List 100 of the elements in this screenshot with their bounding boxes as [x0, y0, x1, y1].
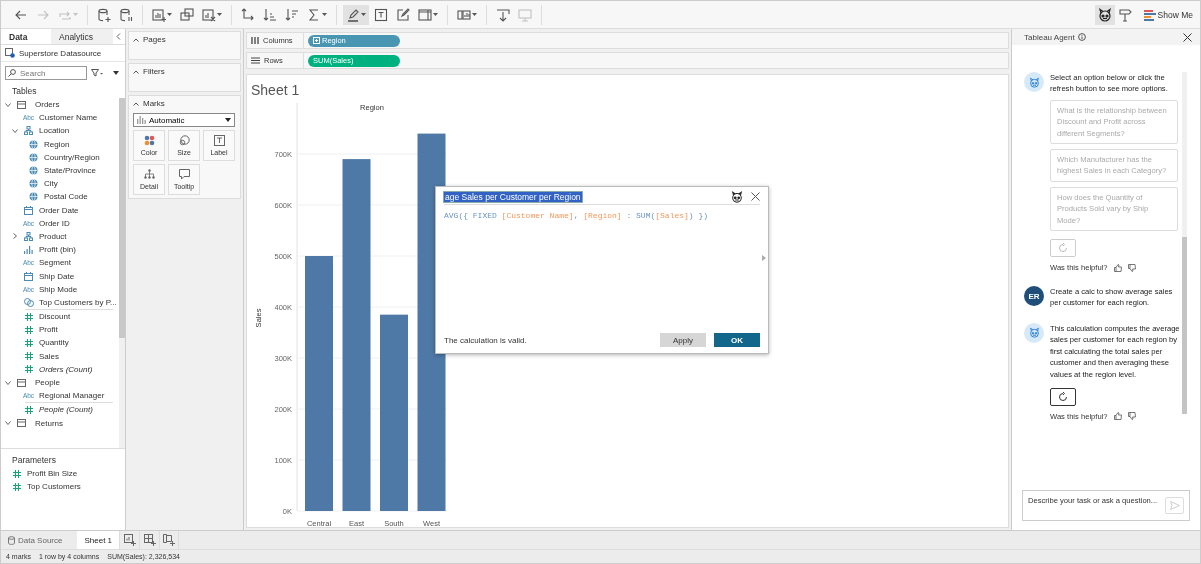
bar-chart-icon: [1143, 8, 1157, 21]
datasource-icon: [5, 48, 15, 58]
hierarchy-icon: [24, 231, 33, 241]
field-name[interactable]: Order Date: [39, 205, 79, 215]
globe-icon: [29, 139, 38, 149]
linked-circles-icon: [23, 297, 34, 307]
send-icon: [1169, 501, 1180, 510]
table-name[interactable]: Orders: [35, 100, 60, 110]
rows-icon: [251, 57, 260, 64]
field-name[interactable]: Top Customers by P...: [39, 297, 117, 307]
caret-icon: [167, 12, 172, 17]
field-name[interactable]: Segment: [39, 258, 72, 268]
dropdown-arrow-icon[interactable]: [113, 71, 119, 75]
info-icon: [1077, 33, 1086, 41]
field-name[interactable]: Order ID: [39, 218, 70, 228]
status-message: The calculation is valid.: [444, 335, 528, 345]
calendar-icon: [24, 205, 33, 215]
collapse-chevron-icon: [133, 101, 139, 106]
data-source-tab[interactable]: Data Source: [1, 531, 70, 549]
grid-plus-icon: [143, 534, 156, 546]
sort-descending-icon: [285, 7, 299, 22]
chart-plus-icon: [123, 534, 136, 546]
parameter-name[interactable]: Top Customers: [27, 482, 81, 492]
field-name[interactable]: State/Province: [44, 166, 97, 176]
card-title: Filters: [143, 67, 165, 76]
caret-icon: [433, 12, 438, 17]
mark-type-dropdown[interactable]: Automatic: [133, 113, 235, 127]
hash-icon: [12, 469, 21, 478]
bar-chart-icon: [137, 116, 146, 124]
card-title: Marks: [143, 99, 165, 108]
field-name[interactable]: City: [44, 179, 58, 189]
table-icon: [17, 378, 26, 387]
expand-arrow-icon: [762, 255, 766, 261]
caret-icon: [322, 12, 327, 17]
speech-bubble-icon: [178, 169, 190, 180]
apply-button[interactable]: Apply: [660, 333, 706, 347]
field-name[interactable]: Country/Region: [44, 152, 100, 162]
robot-face-icon: [1028, 327, 1040, 339]
globe-icon: [29, 166, 38, 176]
section-heading: Parameters: [11, 454, 57, 467]
plus-box-icon: [313, 37, 320, 44]
field-name[interactable]: Postal Code: [44, 192, 88, 202]
field-name[interactable]: Discount: [39, 312, 71, 322]
field-name[interactable]: Orders (Count): [39, 364, 93, 374]
field-name[interactable]: Sales: [39, 351, 59, 361]
columns-icon: [251, 37, 259, 44]
stacked-windows-icon: [180, 7, 194, 22]
bar[interactable]: [342, 159, 371, 511]
hash-icon: [24, 325, 33, 334]
database-plus-icon: [97, 7, 111, 22]
collapse-chevron-icon: [133, 37, 139, 42]
book-plus-icon: [163, 534, 176, 546]
hierarchy-dots-icon: [143, 169, 155, 180]
signpost-icon: [1117, 7, 1132, 22]
field-name[interactable]: Quantity: [39, 338, 69, 348]
palette-dots-icon: [143, 135, 155, 146]
pen-button[interactable]: [343, 4, 369, 25]
field-name[interactable]: Regional Manager: [39, 391, 105, 401]
filter-icon: [91, 69, 103, 77]
field-name[interactable]: People (Count): [39, 405, 93, 415]
sheet-title: Sheet 1: [250, 81, 301, 98]
circles-icon: [178, 135, 190, 146]
pane-tab[interactable]: Analytics: [51, 29, 113, 44]
histogram-icon: [24, 245, 33, 254]
name-field[interactable]: age Sales per Customer per Region: [444, 190, 723, 203]
field-name[interactable]: Region: [44, 139, 70, 149]
table-name[interactable]: Returns: [35, 418, 63, 428]
caret-icon: [225, 118, 231, 122]
field-name[interactable]: Profit (bin): [39, 245, 76, 255]
card-title: Pages: [143, 35, 166, 44]
hash-icon: [24, 352, 33, 361]
thumbs-up-icon: [1113, 263, 1122, 272]
monitor-icon: [518, 7, 532, 22]
database-icon: [8, 535, 15, 545]
table-name[interactable]: People: [35, 378, 60, 388]
globe-icon: [29, 179, 38, 189]
ok-button[interactable]: OK: [714, 333, 760, 347]
show-me-button[interactable]: Show Me: [1140, 4, 1196, 25]
field-name[interactable]: Location: [39, 126, 70, 136]
scrollbar-thumb[interactable]: [119, 98, 125, 338]
scrollbar-thumb[interactable]: [1182, 237, 1187, 414]
sort-ascending-icon: [263, 7, 277, 22]
thumbs-down-icon: [1127, 412, 1136, 421]
caret-icon: [217, 12, 222, 17]
collapse-chevron-icon: [133, 69, 139, 74]
table-icon: [17, 419, 26, 428]
hash-icon: [12, 482, 21, 491]
cards-icon: [457, 7, 471, 22]
field-name[interactable]: Product: [39, 231, 67, 241]
field-name[interactable]: Customer Name: [39, 113, 98, 123]
search-field[interactable]: Search: [5, 66, 87, 80]
refresh-button[interactable]: [1050, 387, 1076, 406]
parameter-name[interactable]: Profit Bin Size: [27, 469, 78, 479]
sheet-tab[interactable]: Sheet 1: [77, 531, 120, 549]
robot-face-icon[interactable]: [731, 190, 743, 203]
field-name[interactable]: Ship Date: [39, 271, 75, 281]
datasource-name[interactable]: Superstore Datasource: [19, 48, 102, 58]
field-name[interactable]: Ship Mode: [39, 284, 78, 294]
agent-button[interactable]: [1094, 4, 1115, 25]
field-name[interactable]: Profit: [39, 325, 58, 335]
